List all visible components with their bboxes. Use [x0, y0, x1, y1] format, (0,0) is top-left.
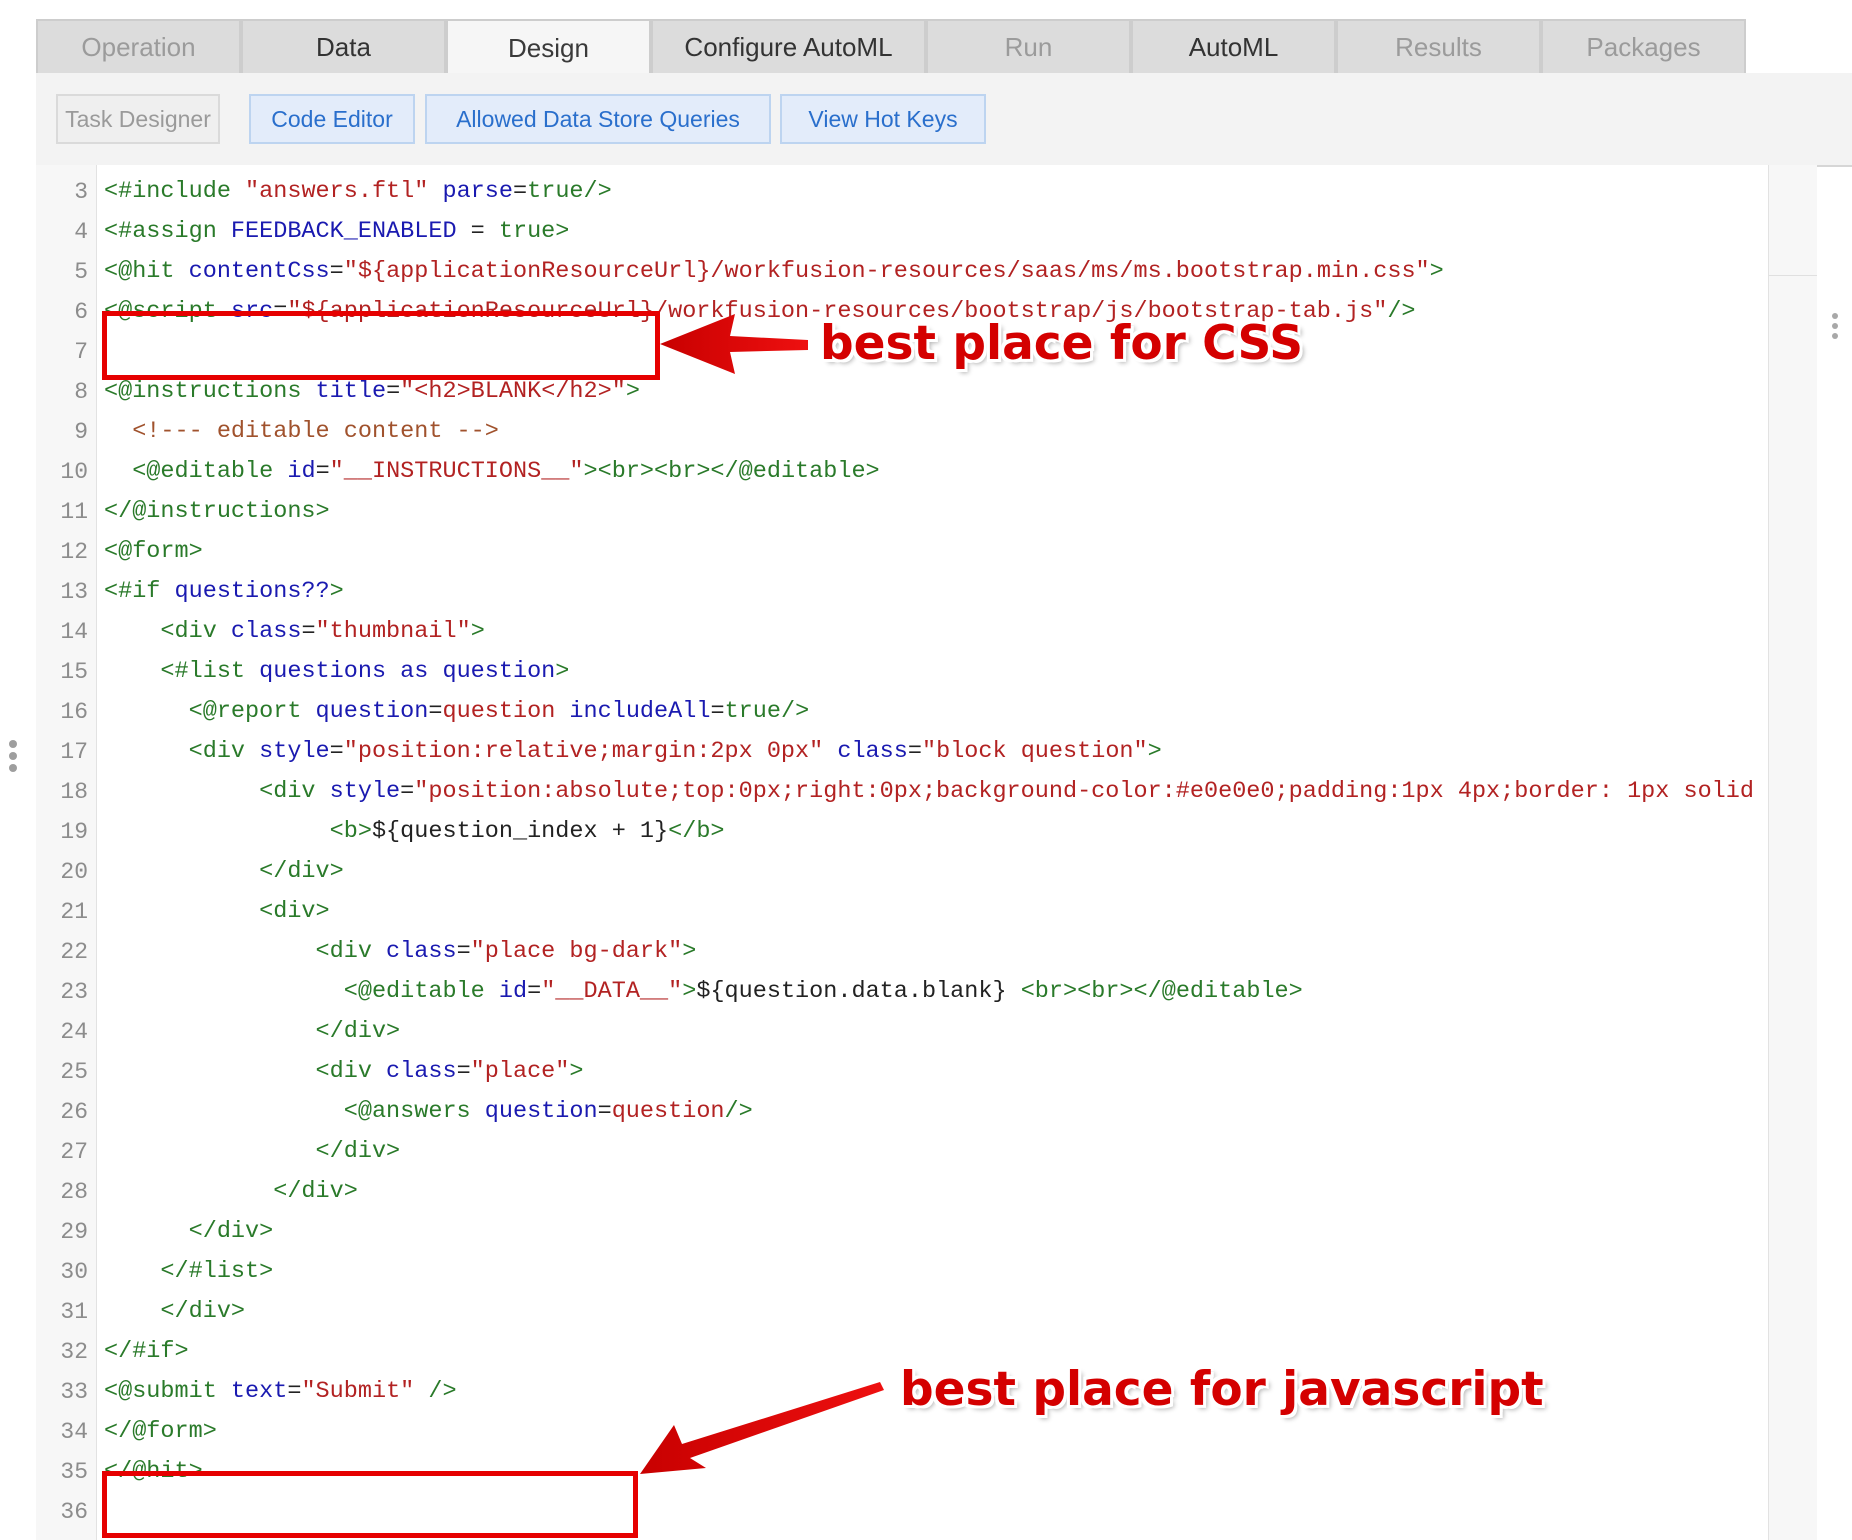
- javascript-annotation-label: best place for javascript: [900, 1362, 1544, 1417]
- annotation-arrows: [640, 314, 884, 1474]
- javascript-arrow: [640, 1382, 884, 1474]
- css-annotation-label: best place for CSS: [820, 316, 1304, 371]
- css-arrow: [660, 314, 808, 374]
